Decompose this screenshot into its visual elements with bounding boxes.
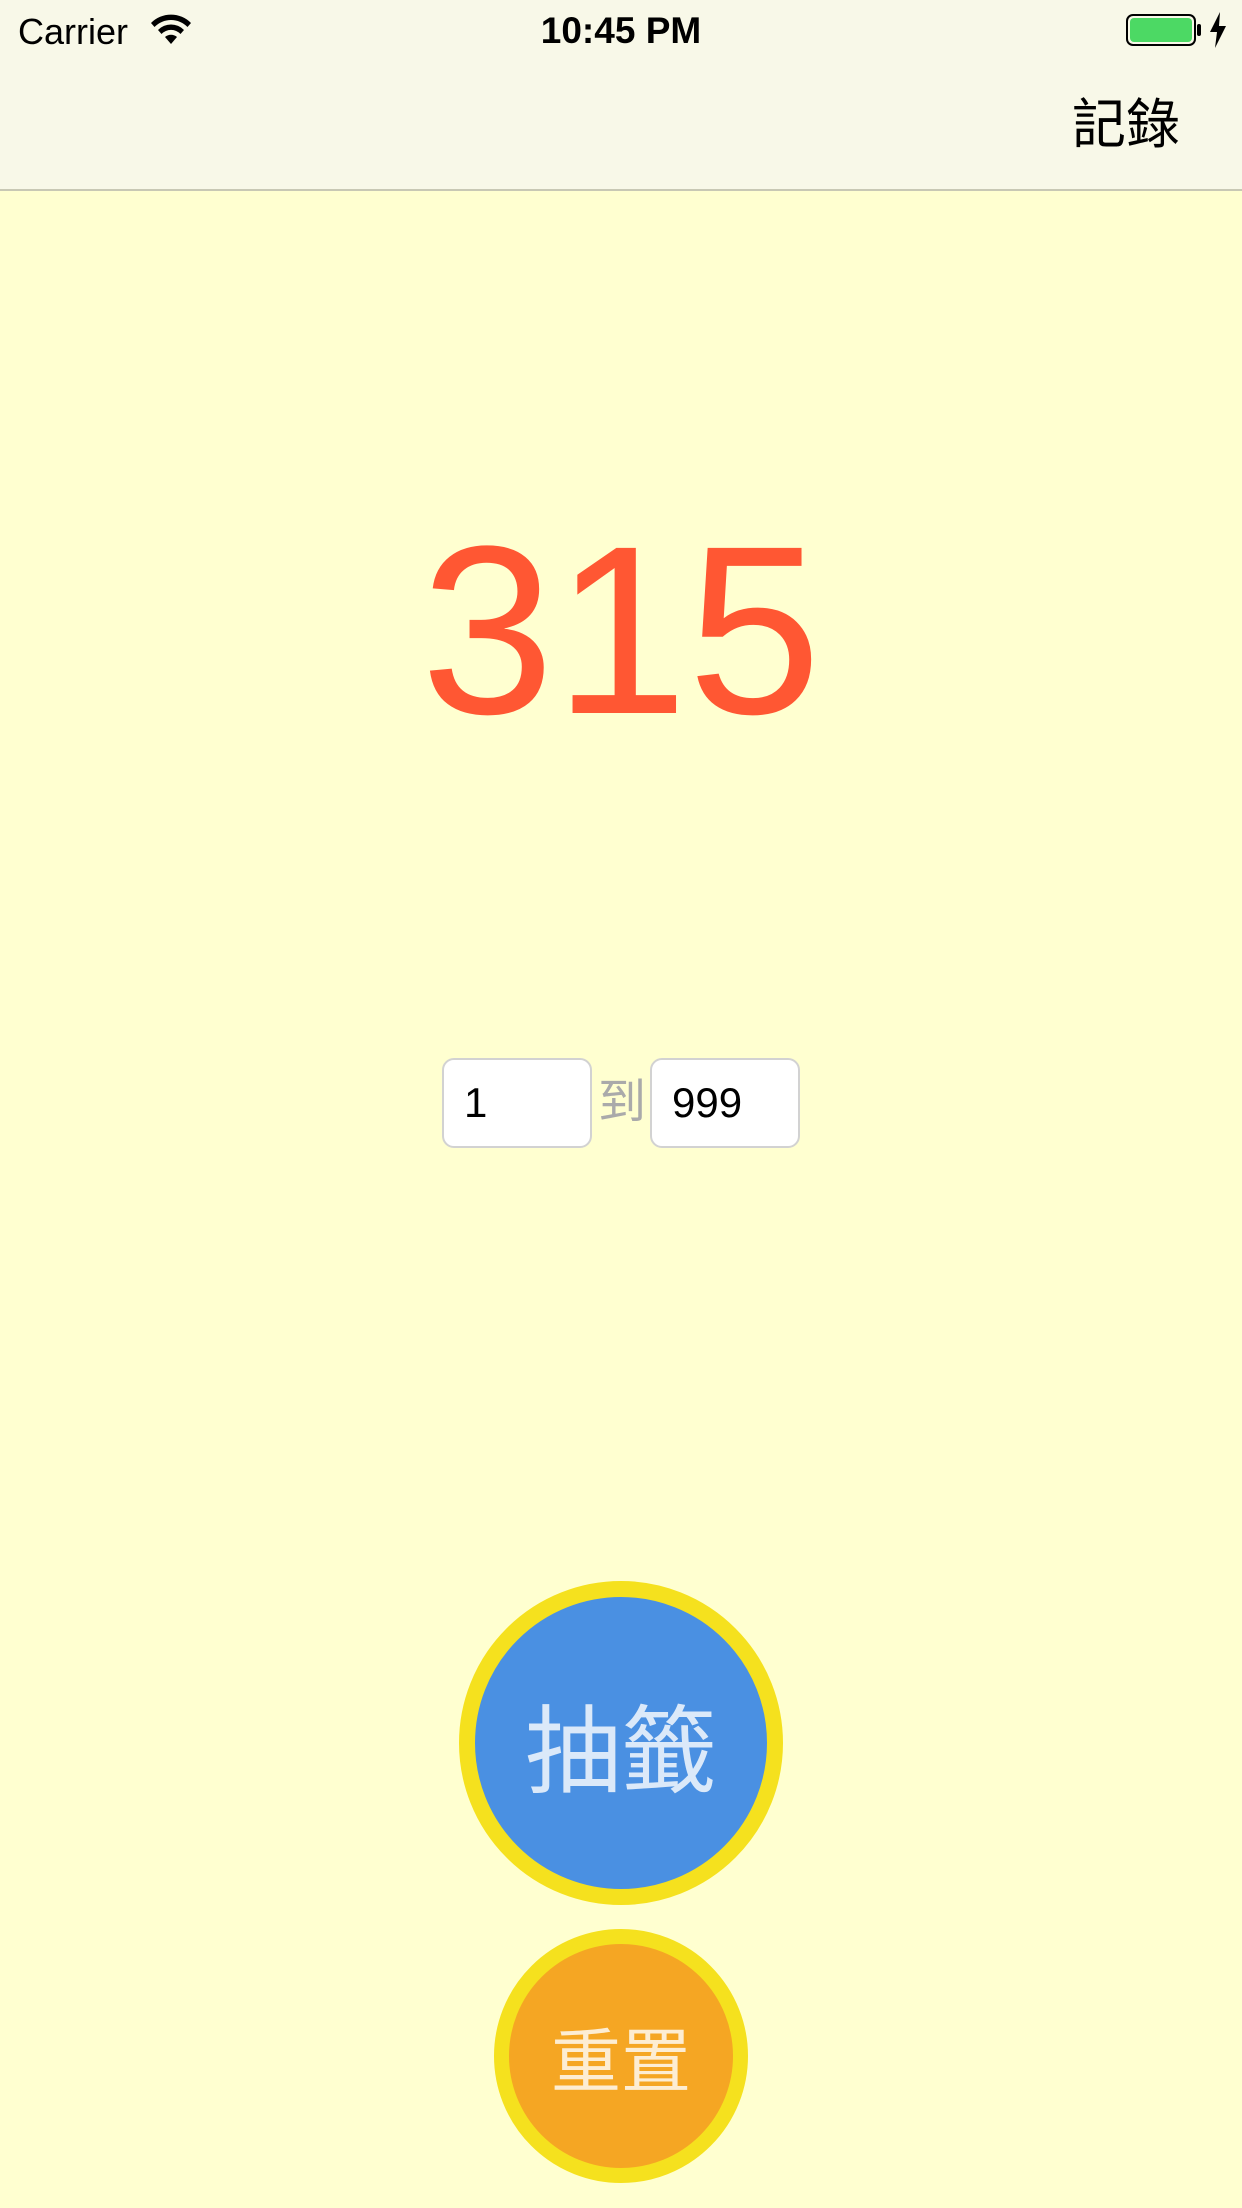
draw-button[interactable]: 抽籤 [459,1581,783,1905]
draw-button-label: 抽籤 [525,1698,717,1806]
range-to-label: 到 [597,1076,646,1129]
range-min-input[interactable] [442,1058,592,1148]
draw-result-number: 315 [420,496,822,764]
records-button[interactable]: 記錄 [1072,92,1180,158]
battery-icon [1126,14,1201,46]
reset-button[interactable]: 重置 [494,1929,748,2183]
charging-bolt-icon [1210,12,1226,48]
status-time: 10:45 PM [540,10,702,51]
reset-button-label: 重置 [551,2022,691,2101]
navigation-bar: Carrier 10:45 PM 記錄 [0,0,1242,191]
range-row: 到 [0,1058,1242,1150]
range-max-input[interactable] [650,1058,800,1148]
